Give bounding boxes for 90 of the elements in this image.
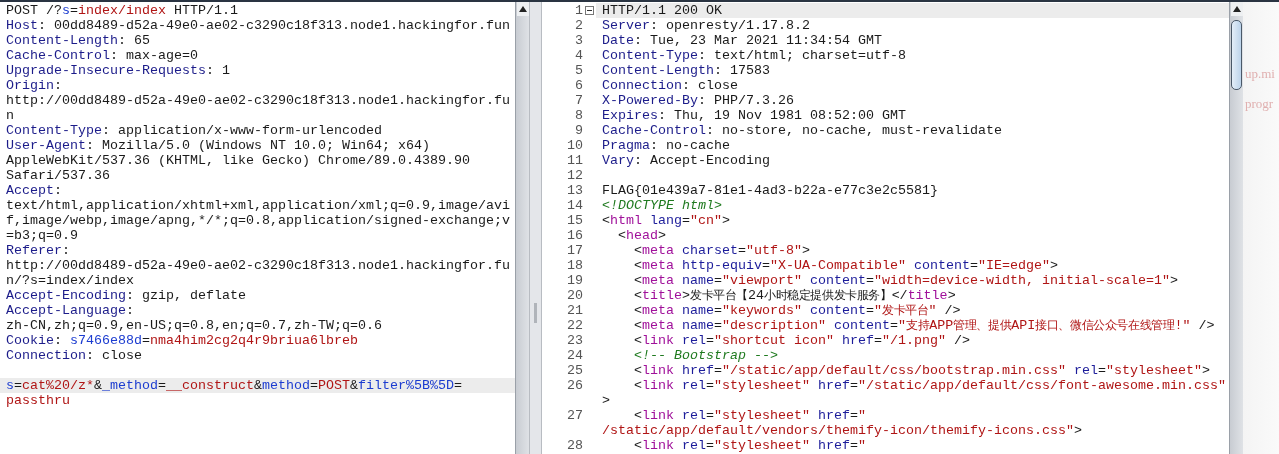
line-number: 2	[574, 18, 583, 33]
code-line: Referer:	[5, 243, 71, 258]
code-line: AppleWebKit/537.36 (KHTML, like Gecko) Chrome/89.0.4389.90	[5, 153, 471, 168]
line-number: 3	[574, 33, 583, 48]
line-number: 9	[574, 123, 583, 138]
code-line: >	[601, 393, 611, 408]
code-line: Origin:	[5, 78, 63, 93]
code-line: FLAG{01e439a7-81e1-4ad3-b22a-e77c3e2c5581}	[601, 183, 939, 198]
code-line: f,image/webp,image/apng,*/*;q=0.8,application/signed-exchange;v	[5, 213, 511, 228]
code-line: Server: openresty/1.17.8.2	[601, 18, 811, 33]
collapse-icon[interactable]	[585, 6, 594, 15]
line-number: 21	[566, 303, 583, 318]
line-number: 16	[566, 228, 583, 243]
code-line: <title>发卡平台【24小时稳定提供发卡服务】</title>	[633, 288, 957, 303]
code-line: <link rel="stylesheet" href="/static/app/default/css/font-awesome.min.css"	[633, 378, 1227, 393]
code-line: text/html,application/xhtml+xml,application/xml;q=0.9,image/avi	[5, 198, 511, 213]
scroll-up-button[interactable]	[516, 2, 529, 16]
code-line: Content-Length: 65	[5, 33, 151, 48]
code-line: User-Agent: Mozilla/5.0 (Windows NT 10.0; Win64; x64)	[5, 138, 431, 153]
code-line: <link rel="stylesheet" href="	[633, 438, 867, 453]
line-number: 12	[566, 168, 583, 183]
code-line: X-Powered-By: PHP/7.3.26	[601, 93, 795, 108]
line-number: 22	[566, 318, 583, 333]
line-number: 25	[566, 363, 583, 378]
code-line: <link rel="shortcut icon" href="/1.png" />	[633, 333, 971, 348]
line-number: 26	[566, 378, 583, 393]
background-text: up.mi	[1244, 66, 1276, 82]
line-number: 14	[566, 198, 583, 213]
code-line: /static/app/default/vendors/themify-icon/themify-icons.css">	[601, 423, 1083, 438]
line-number: 24	[566, 348, 583, 363]
code-line: <meta name="keywords" content="发卡平台" />	[633, 303, 962, 318]
code-line: <meta name="viewport" content="width=device-width, initial-scale=1">	[633, 273, 1179, 288]
code-line: Vary: Accept-Encoding	[601, 153, 771, 168]
code-line: <!DOCTYPE html>	[601, 198, 723, 213]
code-line: zh-CN,zh;q=0.9,en-US;q=0.8,en;q=0.7,zh-TW;q=0.6	[5, 318, 383, 333]
code-line: Host: 00dd8489-d52a-49e0-ae02-c3290c18f313.node1.hackingfor.fun	[5, 18, 511, 33]
code-line: Cache-Control: max-age=0	[5, 48, 199, 63]
code-line: Connection: close	[5, 348, 143, 363]
code-line: passthru	[5, 393, 71, 408]
scroll-up-button[interactable]	[1230, 2, 1243, 16]
splitter-handle[interactable]	[534, 303, 537, 323]
code-line: =b3;q=0.9	[5, 228, 79, 243]
line-number: 20	[566, 288, 583, 303]
line-number: 15	[566, 213, 583, 228]
line-number: 4	[574, 48, 583, 63]
up-arrow-icon	[518, 6, 527, 12]
code-line: Accept:	[5, 183, 63, 198]
code-line: <head>	[617, 228, 667, 243]
line-number: 6	[574, 78, 583, 93]
code-line: http://00dd8489-d52a-49e0-ae02-c3290c18f313.node1.hackingfor.fu	[5, 93, 511, 108]
line-number: 5	[574, 63, 583, 78]
line-number: 19	[566, 273, 583, 288]
code-line: http://00dd8489-d52a-49e0-ae02-c3290c18f313.node1.hackingfor.fu	[5, 258, 511, 273]
code-line: Cache-Control: no-store, no-cache, must-revalidate	[601, 123, 1003, 138]
line-number: 17	[566, 243, 583, 258]
line-number: 1	[574, 3, 583, 18]
code-line: Expires: Thu, 19 Nov 1981 08:52:00 GMT	[601, 108, 907, 123]
code-line: n/?s=index/index	[5, 273, 135, 288]
line-number: 11	[566, 153, 583, 168]
line-number: 7	[574, 93, 583, 108]
code-line: <meta name="description" content="支持APP管理、提供API接口、微信公众号在线管理!" />	[633, 318, 1216, 333]
code-line: n	[5, 108, 15, 123]
code-line: Pragma: no-cache	[601, 138, 731, 153]
code-line: <!-- Bootstrap -->	[633, 348, 779, 363]
code-line: <link rel="stylesheet" href="	[633, 408, 867, 423]
up-arrow-icon	[1232, 6, 1241, 12]
scrollbar-thumb[interactable]	[1231, 20, 1242, 90]
code-line: POST /?s=index/index HTTP/1.1	[5, 3, 239, 18]
code-line: Accept-Encoding: gzip, deflate	[5, 288, 247, 303]
code-line: <meta charset="utf-8">	[633, 243, 811, 258]
code-line: Accept-Language:	[5, 303, 135, 318]
code-line: Content-Length: 17583	[601, 63, 771, 78]
code-line: <html lang="cn">	[601, 213, 731, 228]
line-number: 28	[566, 438, 583, 453]
code-line: <meta http-equiv="X-UA-Compatible" content="IE=edge">	[633, 258, 1059, 273]
code-line: <link href="/static/app/default/css/bootstrap.min.css" rel="stylesheet">	[633, 363, 1211, 378]
line-number: 18	[566, 258, 583, 273]
code-line: Connection: close	[601, 78, 739, 93]
line-number: 13	[566, 183, 583, 198]
code-line: Cookie: s7466e88d=nma4him2cg2q4r9briua6lbreb	[5, 333, 359, 348]
line-number: 10	[566, 138, 583, 153]
background-text: progr	[1244, 96, 1275, 112]
code-line: Upgrade-Insecure-Requests: 1	[5, 63, 231, 78]
code-line: Content-Type: text/html; charset=utf-8	[601, 48, 907, 63]
code-line: Safari/537.36	[5, 168, 111, 183]
line-number: 27	[566, 408, 583, 423]
line-number: 8	[574, 108, 583, 123]
code-line: Date: Tue, 23 Mar 2021 11:34:54 GMT	[601, 33, 883, 48]
code-line: Content-Type: application/x-www-form-urlencoded	[5, 123, 383, 138]
line-number: 23	[566, 333, 583, 348]
